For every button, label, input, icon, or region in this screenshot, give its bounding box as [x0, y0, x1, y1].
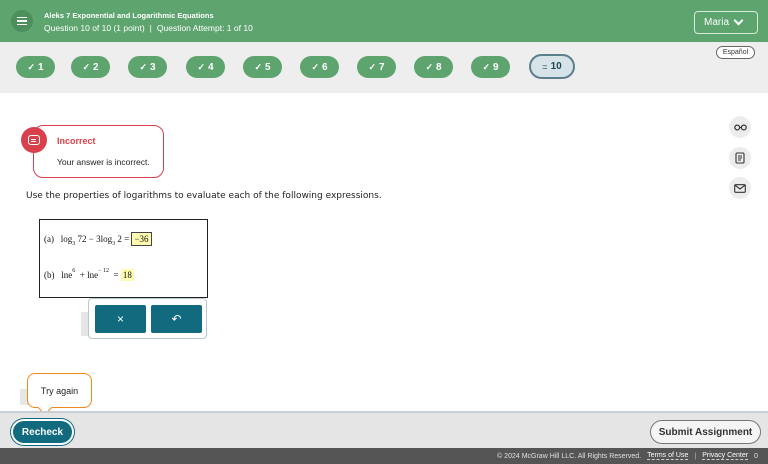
- assignment-title: Aleks 7 Exponential and Logarithmic Equa…: [44, 11, 214, 20]
- question-label: 5: [264, 61, 271, 73]
- log-base: 3: [72, 241, 76, 247]
- user-menu-button[interactable]: Maria: [694, 11, 758, 34]
- exponent: − 12: [98, 268, 109, 274]
- privacy-link[interactable]: Privacy Center: [702, 452, 749, 460]
- check-icon: ✓: [425, 61, 433, 72]
- notes-icon: [734, 152, 745, 164]
- question-label: 4: [207, 61, 214, 73]
- question-3-button[interactable]: ✓ 3: [128, 56, 167, 78]
- question-label: 10: [550, 61, 562, 72]
- feedback-box: Incorrect Your answer is incorrect.: [33, 125, 164, 178]
- check-icon: ✓: [139, 61, 147, 72]
- part-a: (a) log3 72 − 3log3 2 = −36: [44, 232, 152, 247]
- answer-tools-popup: × ↶: [88, 298, 207, 339]
- chat-bubble-icon: [28, 135, 40, 145]
- problem-box: (a) log3 72 − 3log3 2 = −36 (b) lne6 + l…: [39, 219, 208, 298]
- equals-sign: =: [124, 234, 130, 244]
- question-label: 2: [92, 61, 99, 73]
- check-icon: ✓: [482, 61, 490, 72]
- exponent: 6: [72, 268, 76, 274]
- question-4-button[interactable]: ✓ 4: [186, 56, 225, 78]
- header-separator: |: [149, 23, 152, 33]
- plus-sign: +: [79, 270, 85, 280]
- log-argument: 72: [77, 234, 87, 244]
- try-again-tooltip: Try again: [27, 373, 92, 408]
- question-label: 9: [492, 61, 499, 73]
- check-icon: ✓: [197, 61, 205, 72]
- attempt-info: Question Attempt: 1 of 10: [156, 23, 253, 33]
- language-toggle[interactable]: Español: [716, 46, 755, 59]
- footer-counter: 0: [754, 452, 758, 460]
- user-name: Maria: [704, 17, 730, 28]
- recheck-button[interactable]: Recheck: [13, 421, 72, 443]
- question-label: 8: [435, 61, 442, 73]
- question-2-button[interactable]: ✓ 2: [71, 56, 110, 78]
- question-1-button[interactable]: ✓ 1: [16, 56, 55, 78]
- footer-separator: |: [694, 452, 697, 460]
- footer: © 2024 McGraw Hill LLC. All Rights Reser…: [0, 448, 768, 464]
- chevron-down-icon: [733, 15, 744, 26]
- notes-tool-button[interactable]: [729, 147, 751, 169]
- incorrect-icon: [21, 127, 47, 153]
- mail-tool-button[interactable]: [729, 177, 751, 199]
- check-icon: ✓: [82, 61, 90, 72]
- question-navigation: Español ✓ 1 ✓ 2 ✓ 3 ✓ 4 ✓ 5 ✓ 6 ✓ 7 ✓ 8 ✓ 9 = 10: [0, 42, 768, 93]
- question-instruction: Use the properties of logarithms to eval…: [26, 191, 382, 201]
- question-9-button[interactable]: ✓ 9: [471, 56, 510, 78]
- feedback-title: Incorrect: [57, 136, 96, 146]
- bottom-action-bar: Recheck Submit Assignment: [0, 411, 768, 448]
- undo-icon: ↶: [171, 312, 182, 326]
- hamburger-icon-line: [17, 20, 27, 22]
- question-8-button[interactable]: ✓ 8: [414, 56, 453, 78]
- answer-b-input[interactable]: 18: [120, 269, 134, 281]
- menu-button[interactable]: [11, 10, 33, 32]
- coefficient: − 3: [88, 234, 101, 244]
- clear-button[interactable]: ×: [95, 305, 146, 333]
- question-label: 7: [378, 61, 385, 73]
- glasses-tool-button[interactable]: [729, 116, 751, 138]
- part-b-label: (b): [44, 270, 55, 280]
- question-label: 3: [149, 61, 156, 73]
- log-text: log: [100, 234, 113, 244]
- question-number: Question 10 of 10 (1 point): [44, 23, 145, 33]
- pencil-lines-icon: =: [542, 61, 548, 72]
- terms-link[interactable]: Terms of Use: [647, 452, 689, 460]
- question-10-button[interactable]: = 10: [529, 54, 575, 79]
- mail-icon: [734, 183, 746, 193]
- top-header: Aleks 7 Exponential and Logarithmic Equa…: [0, 0, 768, 42]
- glasses-icon: [733, 123, 747, 131]
- equals-sign: =: [113, 270, 119, 280]
- check-icon: ✓: [27, 61, 35, 72]
- question-6-button[interactable]: ✓ 6: [300, 56, 339, 78]
- hamburger-icon-line: [17, 23, 27, 26]
- feedback-message: Your answer is incorrect.: [57, 157, 150, 167]
- part-b: (b) lne6 + lne− 12 = 18: [44, 268, 134, 281]
- question-5-button[interactable]: ✓ 5: [243, 56, 282, 78]
- question-7-button[interactable]: ✓ 7: [357, 56, 396, 78]
- part-a-label: (a): [44, 234, 54, 244]
- answer-a-input[interactable]: −36: [131, 232, 152, 246]
- log-base: 3: [112, 241, 116, 247]
- log-argument: 2: [117, 234, 122, 244]
- log-text: log: [60, 234, 73, 244]
- submit-assignment-button[interactable]: Submit Assignment: [650, 420, 761, 444]
- hamburger-icon: [17, 16, 27, 19]
- question-label: 6: [321, 61, 328, 73]
- question-label: 1: [37, 61, 44, 73]
- question-info: Question 10 of 10 (1 point) | Question Att…: [44, 23, 253, 33]
- check-icon: ✓: [311, 61, 319, 72]
- check-icon: ✓: [368, 61, 376, 72]
- check-icon: ✓: [254, 61, 262, 72]
- undo-button[interactable]: ↶: [151, 305, 202, 333]
- close-icon: ×: [116, 312, 124, 326]
- copyright-text: © 2024 McGraw Hill LLC. All Rights Reser…: [497, 452, 642, 460]
